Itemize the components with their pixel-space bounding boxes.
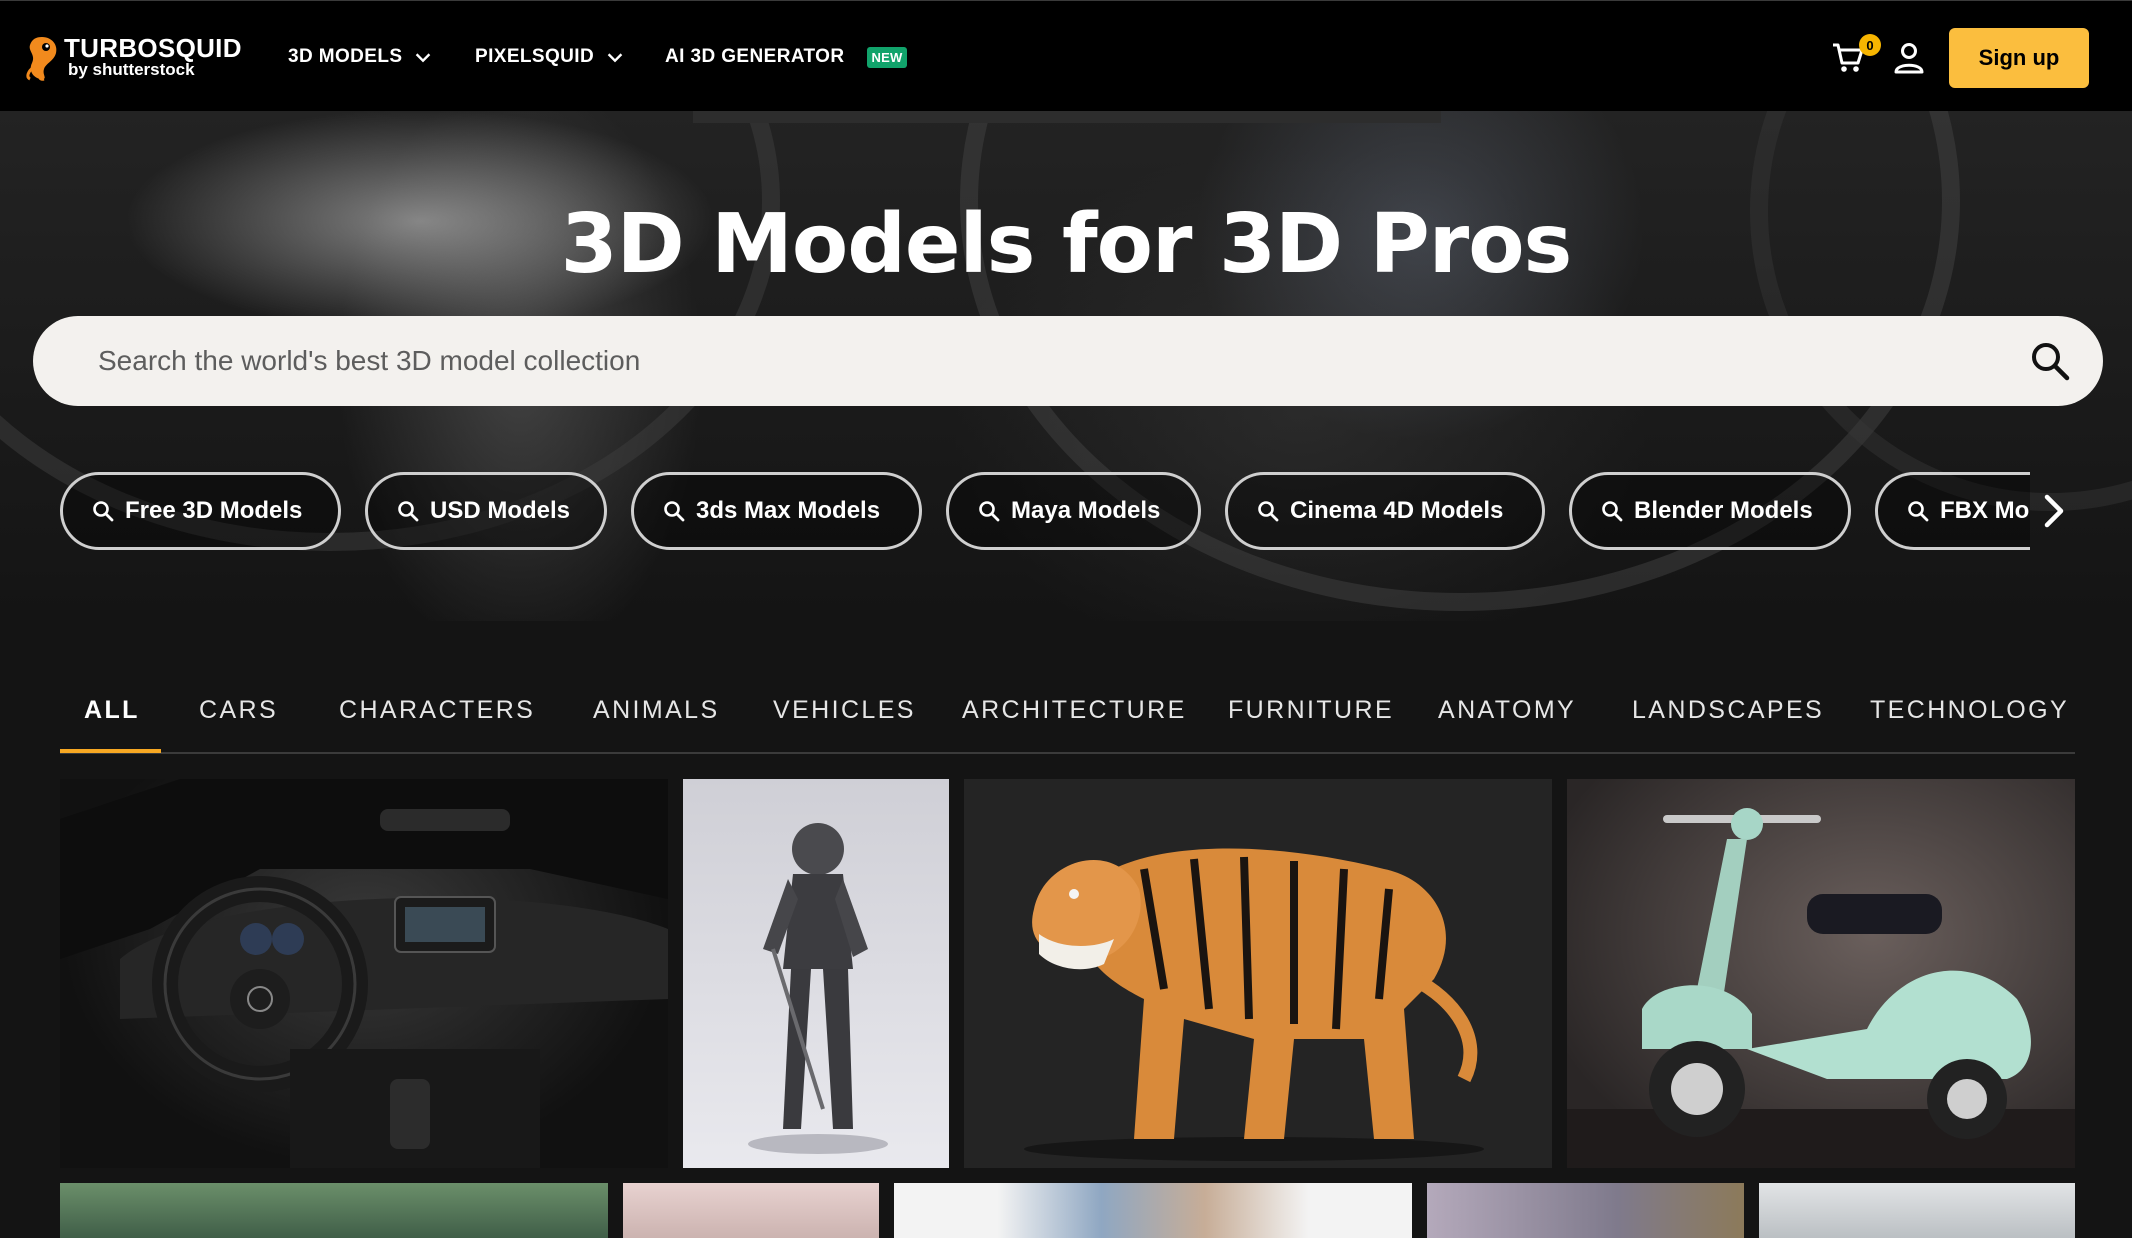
- tab-technology[interactable]: TECHNOLOGY: [1870, 696, 2069, 725]
- tab-animals[interactable]: ANIMALS: [593, 696, 720, 725]
- tiger-image: [1024, 848, 1484, 1161]
- chip-label: Blender Models: [1634, 497, 1813, 524]
- tab-anatomy[interactable]: ANATOMY: [1438, 696, 1576, 725]
- chip-overflow-clip: FBX Mo: [1875, 472, 2030, 550]
- model-tile-scooter[interactable]: [1567, 779, 2075, 1168]
- chip-free-3d-models[interactable]: Free 3D Models: [60, 472, 341, 550]
- chip-label: FBX Mo: [1940, 497, 2030, 524]
- chip-cinema-4d-models[interactable]: Cinema 4D Models: [1225, 472, 1545, 550]
- tab-characters[interactable]: CHARACTERS: [339, 696, 535, 725]
- new-badge: NEW: [866, 46, 908, 68]
- chip-label: Free 3D Models: [125, 497, 303, 524]
- turbosquid-logo-icon: [26, 37, 57, 81]
- chip-maya-models[interactable]: Maya Models: [946, 472, 1201, 550]
- search-icon: [664, 501, 685, 522]
- logo-subtitle: by shutterstock: [68, 60, 195, 79]
- user-icon[interactable]: [1893, 41, 1925, 75]
- category-tabs: ALL CARS CHARACTERS ANIMALS VEHICLES ARC…: [60, 680, 2075, 754]
- search-icon: [1908, 501, 1929, 522]
- chip-label: Maya Models: [1011, 497, 1161, 524]
- model-tile-interior[interactable]: [623, 1183, 879, 1238]
- search-icon[interactable]: [2027, 338, 2073, 384]
- nav-ai-3d-generator[interactable]: AI 3D GENERATOR NEW: [665, 43, 908, 71]
- search-icon: [979, 501, 1000, 522]
- model-tile-knight[interactable]: [683, 779, 949, 1168]
- search-icon: [1602, 501, 1623, 522]
- car-interior-image: [60, 779, 668, 1168]
- chip-fbx-models[interactable]: FBX Mo: [1875, 472, 2030, 550]
- model-tile-landscape[interactable]: [1427, 1183, 1744, 1238]
- tab-all[interactable]: ALL: [84, 696, 140, 725]
- model-tile-city[interactable]: [60, 1183, 608, 1238]
- search-icon: [1258, 501, 1279, 522]
- hero-top-bar: [693, 111, 1441, 123]
- model-tile-anatomy[interactable]: [894, 1183, 1412, 1238]
- chip-blender-models[interactable]: Blender Models: [1569, 472, 1851, 550]
- chip-label: Cinema 4D Models: [1290, 497, 1504, 524]
- model-tile-car-interior[interactable]: [60, 779, 668, 1168]
- chip-3ds-max-models[interactable]: 3ds Max Models: [631, 472, 922, 550]
- chip-label: 3ds Max Models: [696, 497, 881, 524]
- active-tab-indicator: [60, 749, 161, 753]
- model-tile-technology[interactable]: [1759, 1183, 2075, 1238]
- cart-count-badge: 0: [1859, 34, 1881, 56]
- search-bar: [33, 316, 2103, 406]
- search-icon: [93, 501, 114, 522]
- chip-label: USD Models: [430, 497, 571, 524]
- tab-architecture[interactable]: ARCHITECTURE: [962, 696, 1187, 725]
- search-icon: [398, 501, 419, 522]
- tab-landscapes[interactable]: LANDSCAPES: [1632, 696, 1824, 725]
- knight-image: [748, 823, 888, 1154]
- chevron-down-icon: [607, 53, 623, 63]
- chevron-down-icon: [416, 53, 431, 63]
- tab-cars[interactable]: CARS: [199, 696, 278, 725]
- nav-pixelsquid-label: PIXELSQUID: [475, 46, 595, 67]
- nav-pixelsquid[interactable]: PIXELSQUID: [475, 43, 626, 71]
- chevron-right-icon[interactable]: [2035, 491, 2071, 531]
- nav-ai-3d-generator-label: AI 3D GENERATOR: [665, 46, 845, 67]
- top-nav: TURBOSQUID by shutterstock 3D MODELS PIX…: [0, 0, 2132, 111]
- chip-usd-models[interactable]: USD Models: [365, 472, 607, 550]
- tab-vehicles[interactable]: VEHICLES: [773, 696, 916, 725]
- search-input[interactable]: [98, 316, 1948, 406]
- nav-3d-models-label: 3D MODELS: [288, 46, 403, 67]
- model-tile-tiger[interactable]: [964, 779, 1552, 1168]
- scooter-image: [1567, 808, 2075, 1168]
- hero-title: 3D Models for 3D Pros: [560, 197, 1573, 292]
- turbosquid-logo[interactable]: TURBOSQUID by shutterstock: [22, 31, 262, 83]
- tab-furniture[interactable]: FURNITURE: [1228, 696, 1394, 725]
- nav-3d-models[interactable]: 3D MODELS: [288, 43, 434, 71]
- quick-search-chips: Free 3D Models USD Models 3ds Max Models…: [0, 472, 2132, 550]
- signup-button[interactable]: Sign up: [1949, 28, 2089, 88]
